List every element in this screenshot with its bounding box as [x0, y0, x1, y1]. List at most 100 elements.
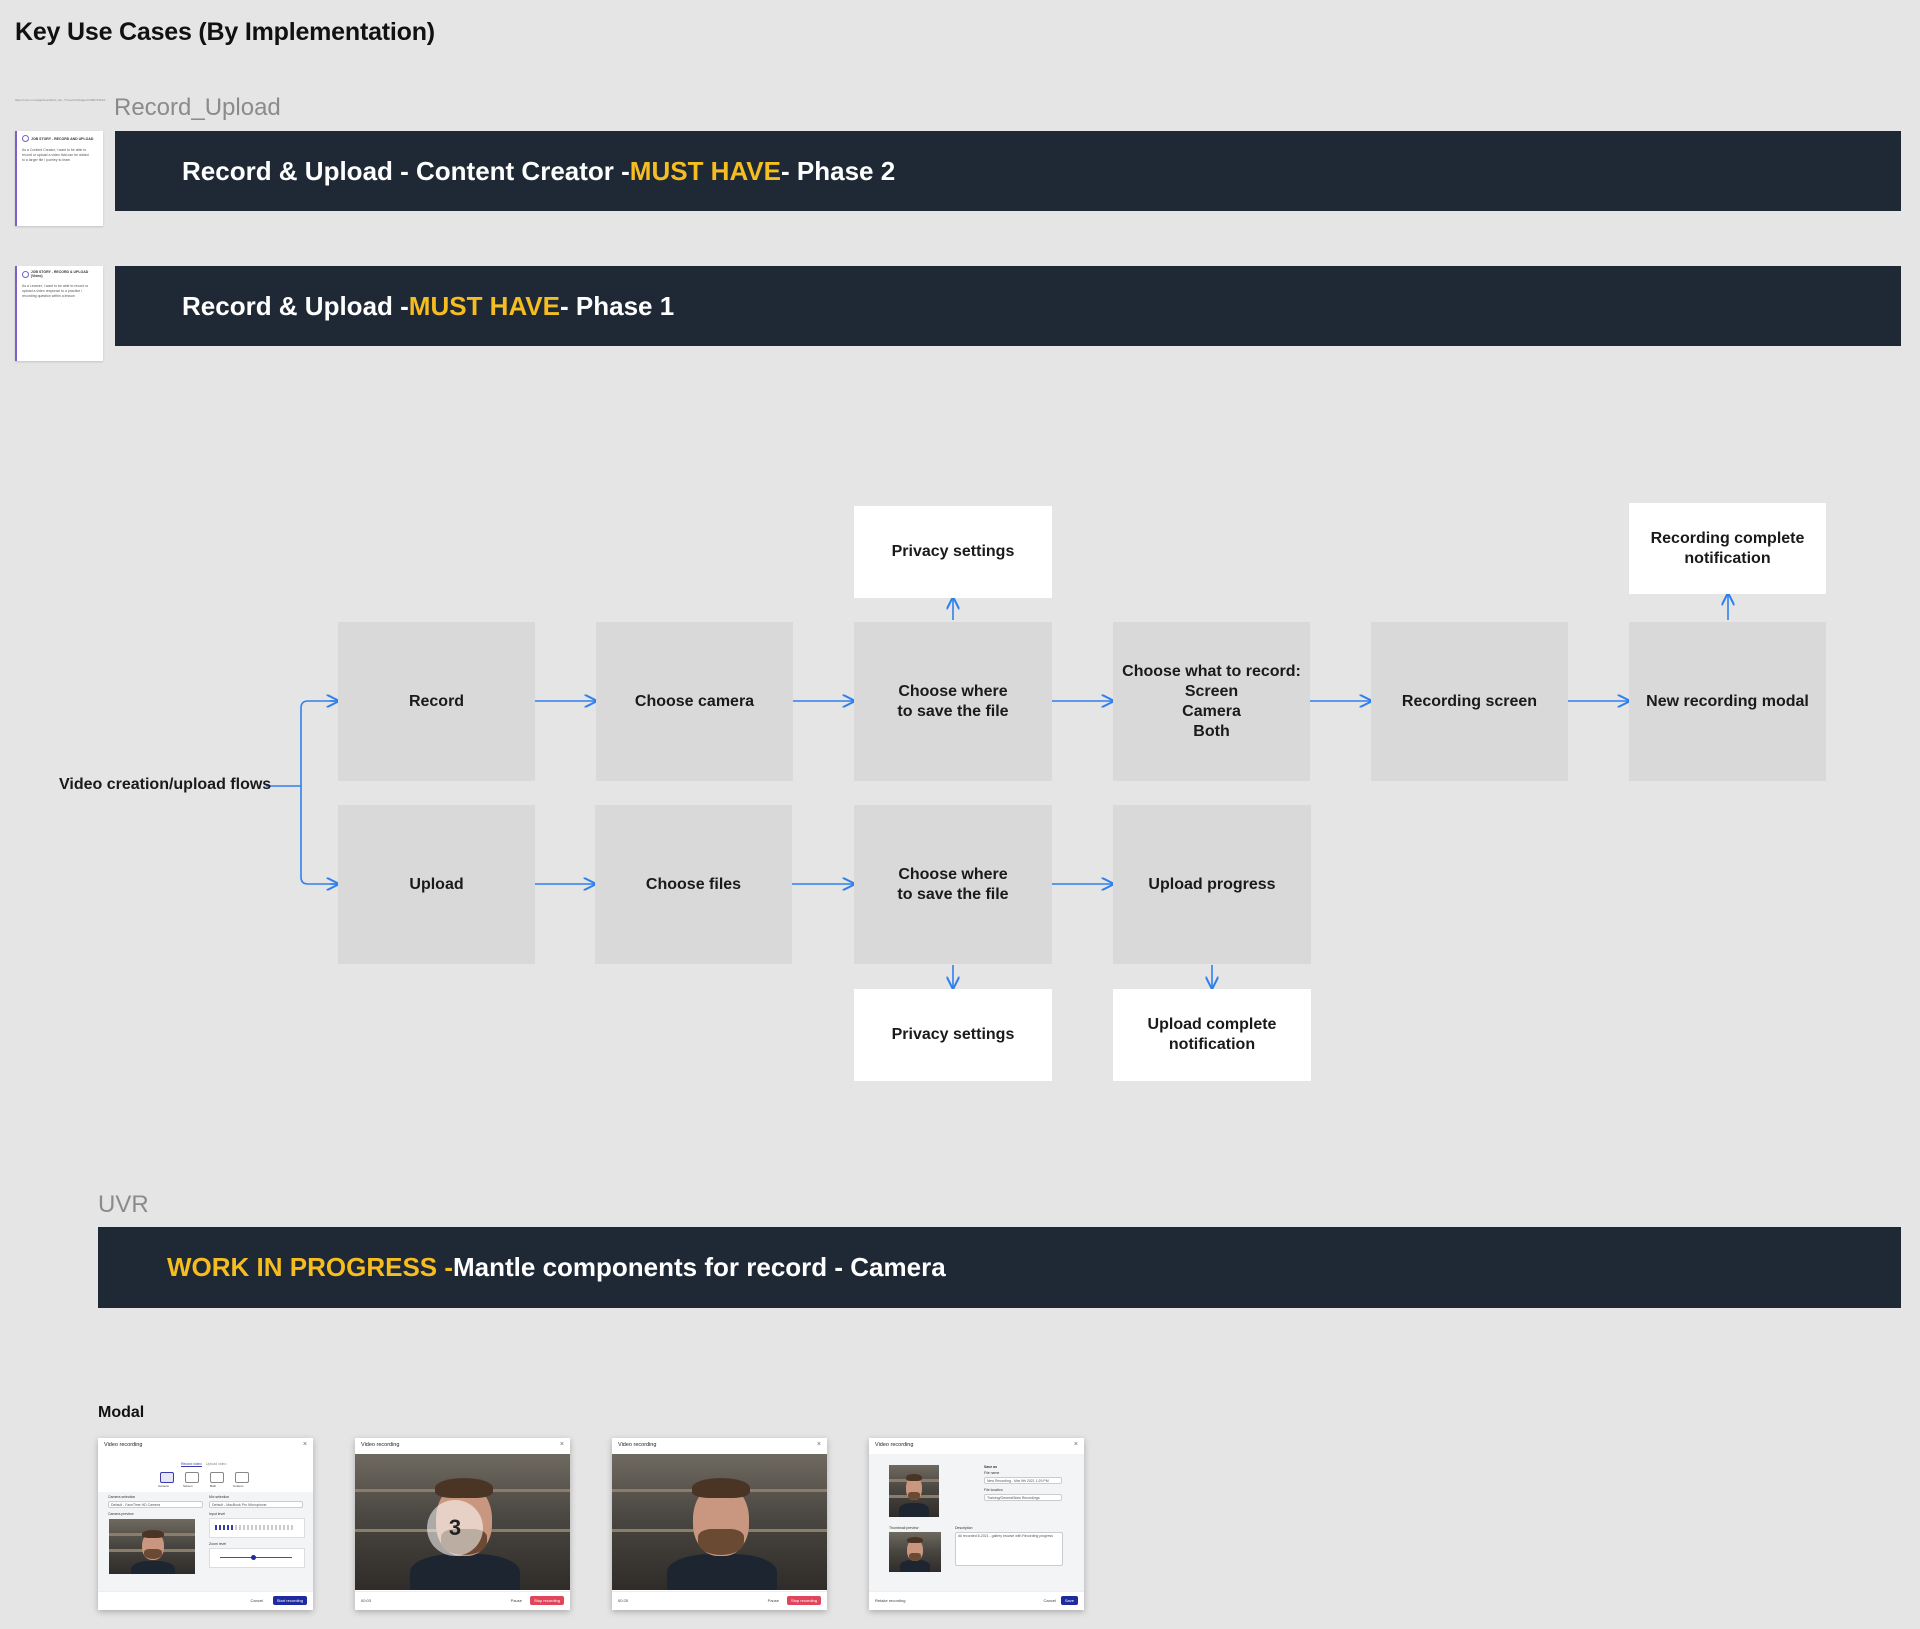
camera-icon[interactable] — [160, 1472, 174, 1483]
file-name-label: File name — [984, 1471, 1000, 1475]
sticky-note-1[interactable]: JOB STORY - RECORD AND UPLOAD As a Conte… — [15, 131, 103, 226]
input-level-meter — [209, 1518, 305, 1538]
mode-label-custom: Custom — [233, 1484, 244, 1488]
node-upload-complete-notification: Upload complete notification — [1113, 989, 1311, 1081]
sticky-body: As a Content Creator, I want to be able … — [22, 148, 89, 162]
modal-title: Video recording — [104, 1442, 143, 1448]
sticky-header: JOB STORY - RECORD & UPLOAD (Video) — [22, 270, 98, 278]
mic-selection-label: Mic selection — [209, 1495, 230, 1499]
user-icon — [22, 135, 29, 142]
thumbnail-preview-label: Thumbnail preview — [889, 1526, 919, 1530]
node-recording-screen: Recording screen — [1371, 622, 1568, 781]
start-recording-button[interactable]: Start recording — [272, 1596, 307, 1605]
description-label: Description — [955, 1526, 973, 1530]
mode-label-both: Both — [210, 1484, 217, 1488]
sticky-body: As a Learner, I want to be able to recor… — [22, 284, 89, 298]
section-label-uvr: UVR — [98, 1191, 149, 1218]
mic-select[interactable]: Default - MacBook Pro Microphone — [209, 1501, 303, 1508]
modal-thumbnail-setup[interactable]: Video recording × Record video Upload vi… — [98, 1438, 313, 1610]
mode-label-screen: Screen — [183, 1484, 193, 1488]
camera-select[interactable]: Default - FaceTime HD Camera — [108, 1501, 203, 1508]
modal-footer: 00:25 Pause Stop recording — [612, 1591, 827, 1610]
camera-selection-label: Camera selection — [108, 1495, 136, 1499]
camera-preview-label: Camera preview — [108, 1512, 134, 1516]
stop-recording-button[interactable]: Stop recording — [786, 1596, 821, 1605]
recording-video-frame — [612, 1454, 827, 1590]
mode-label-camera: Camera — [158, 1484, 169, 1488]
thumbnail-preview-image[interactable] — [889, 1532, 941, 1572]
node-upload-progress: Upload progress — [1113, 805, 1311, 964]
zoom-level-label: Zoom level — [209, 1542, 227, 1546]
save-button[interactable]: Save — [1060, 1596, 1078, 1605]
node-recording-complete-notification: Recording complete notification — [1629, 503, 1826, 594]
banner-highlight: MUST HAVE — [629, 155, 781, 186]
banner-highlight: WORK IN PROGRESS - — [167, 1252, 454, 1282]
countdown-indicator: 3 — [427, 1500, 483, 1556]
pause-button[interactable]: Pause — [511, 1598, 522, 1603]
close-icon[interactable]: × — [303, 1441, 307, 1448]
close-icon[interactable]: × — [1074, 1441, 1078, 1448]
sticky-title: JOB STORY - RECORD AND UPLOAD — [31, 136, 94, 141]
node-privacy-settings-record: Privacy settings — [854, 506, 1052, 598]
banner-phase-1: Record & Upload - MUST HAVE - Phase 1 — [115, 266, 1901, 346]
node-choose-save-location: Choose where to save the file — [854, 622, 1052, 781]
cancel-button[interactable]: Cancel — [1044, 1598, 1056, 1603]
close-icon[interactable]: × — [560, 1441, 564, 1448]
modal-title: Video recording — [618, 1442, 657, 1448]
description-textarea[interactable]: All recorded 8-2021 - gallery browse wit… — [955, 1532, 1063, 1566]
banner-text: Mantle components for record - Camera — [453, 1252, 946, 1282]
retake-recording-button[interactable]: Retake recording — [875, 1598, 905, 1603]
node-choose-files: Choose files — [595, 805, 792, 964]
banner-highlight: MUST HAVE — [408, 290, 560, 321]
modal-footer: Cancel Start recording — [98, 1591, 313, 1610]
user-icon — [22, 270, 29, 278]
input-level-label: Input level — [209, 1512, 225, 1516]
camera-preview-image — [109, 1519, 195, 1574]
banner-text: Record & Upload - — [182, 290, 409, 321]
modal-thumbnail-countdown[interactable]: Video recording × 3 00:03 Pause Stop rec… — [355, 1438, 570, 1610]
screen-icon[interactable] — [185, 1472, 199, 1483]
recorded-video-preview — [889, 1465, 939, 1517]
modal-section-label: Modal — [98, 1404, 145, 1421]
sticky-header: JOB STORY - RECORD AND UPLOAD — [22, 135, 98, 142]
flow-root-label: Video creation/upload flows — [59, 776, 272, 793]
banner-text: Record & Upload - Content Creator - — [182, 155, 630, 186]
node-choose-camera: Choose camera — [596, 622, 793, 781]
banner-work-in-progress: WORK IN PROGRESS - Mantle components for… — [98, 1227, 1901, 1308]
stop-recording-button[interactable]: Stop recording — [529, 1596, 564, 1605]
close-icon[interactable]: × — [817, 1441, 821, 1448]
recording-timer: 00:03 — [361, 1598, 372, 1603]
node-record: Record — [338, 622, 535, 781]
modal-title: Video recording — [361, 1442, 400, 1448]
file-location-label: File location — [984, 1488, 1003, 1492]
root-bracket — [300, 700, 338, 885]
sticky-title: JOB STORY - RECORD & UPLOAD (Video) — [30, 270, 89, 278]
node-new-recording-modal: New recording modal — [1629, 622, 1826, 781]
node-choose-save-location-upload: Choose where to save the file — [854, 805, 1052, 964]
tab-record-video[interactable]: Record video — [181, 1462, 202, 1467]
node-choose-what-to-record: Choose what to record: Screen Camera Bot… — [1113, 622, 1310, 781]
banner-phase: - Phase 2 — [781, 155, 896, 186]
file-location-select[interactable]: Training/General/New Recordings — [984, 1494, 1062, 1501]
modal-thumbnail-recording[interactable]: Video recording × 00:25 Pause Stop recor… — [612, 1438, 827, 1610]
tab-upload-video[interactable]: Upload video — [206, 1462, 226, 1466]
modal-thumbnail-save[interactable]: Video recording × Save as File name New … — [869, 1438, 1084, 1610]
node-upload: Upload — [338, 805, 535, 964]
save-as-heading: Save as — [984, 1465, 998, 1469]
zoom-slider[interactable] — [209, 1548, 305, 1568]
recording-video-frame: 3 — [355, 1454, 570, 1590]
section-label-record-upload: Record_Upload — [114, 94, 281, 121]
cancel-button[interactable]: Cancel — [251, 1598, 263, 1603]
banner-phase-2: Record & Upload - Content Creator - MUST… — [115, 131, 1901, 211]
modal-footer: 00:03 Pause Stop recording — [355, 1591, 570, 1610]
sticky-note-2[interactable]: JOB STORY - RECORD & UPLOAD (Video) As a… — [15, 266, 103, 361]
custom-icon[interactable] — [235, 1472, 249, 1483]
screen-camera-icon[interactable] — [210, 1472, 224, 1483]
modal-footer: Retake recording Cancel Save — [869, 1591, 1084, 1610]
slider-handle[interactable] — [251, 1555, 256, 1560]
recording-timer: 00:25 — [618, 1598, 629, 1603]
file-name-input[interactable]: New Recording - Mar 9th 2021 1:29 PM — [984, 1477, 1062, 1484]
pause-button[interactable]: Pause — [768, 1598, 779, 1603]
node-privacy-settings-upload: Privacy settings — [854, 989, 1052, 1081]
page-title: Key Use Cases (By Implementation) — [15, 18, 435, 46]
